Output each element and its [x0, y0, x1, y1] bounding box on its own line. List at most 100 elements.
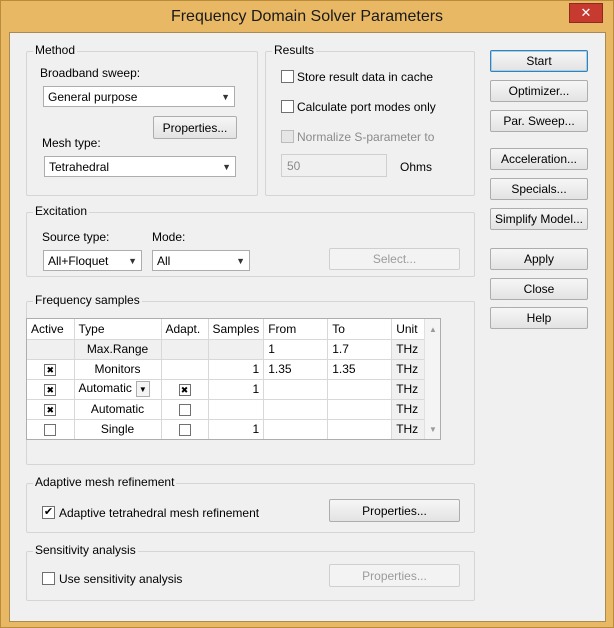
adaptive-mesh-title: Adaptive mesh refinement: [33, 475, 177, 489]
chevron-down-icon: ▼: [222, 161, 231, 172]
unit-cell: THz: [391, 339, 428, 360]
window-close-button[interactable]: ✕: [569, 3, 603, 23]
active-checkbox[interactable]: [44, 403, 57, 416]
results-group-title: Results: [272, 43, 317, 57]
simplify-model-button[interactable]: Simplify Model...: [490, 208, 588, 230]
apply-button[interactable]: Apply: [490, 248, 588, 270]
broadband-sweep-select[interactable]: General purpose ▼: [43, 86, 235, 107]
sensitivity-checkbox[interactable]: [42, 572, 55, 585]
optimizer-button[interactable]: Optimizer...: [490, 80, 588, 102]
active-checkbox[interactable]: [44, 383, 57, 396]
chevron-down-icon: ▼: [128, 255, 137, 266]
adaptive-properties-button[interactable]: Properties...: [329, 499, 460, 522]
active-cell: [27, 359, 75, 380]
frequency-samples-table: Active Type Adapt. Samples From To Unit …: [26, 318, 441, 440]
table-scrollbar[interactable]: ▲ ▼: [424, 319, 440, 439]
active-cell: [27, 419, 75, 439]
unit-cell: THz: [391, 419, 428, 439]
samples-cell[interactable]: 1: [208, 419, 265, 439]
from-cell[interactable]: [263, 399, 329, 420]
store-cache-checkbox[interactable]: [281, 70, 294, 83]
adapt-checkbox[interactable]: [178, 383, 191, 396]
samples-cell[interactable]: [208, 399, 265, 420]
sensitivity-label: Use sensitivity analysis: [59, 572, 183, 586]
close-button[interactable]: Close: [490, 278, 588, 300]
start-button[interactable]: Start: [490, 50, 588, 72]
unit-cell: THz: [391, 399, 428, 420]
ohms-unit-label: Ohms: [400, 160, 433, 174]
from-cell[interactable]: 1.35: [263, 359, 329, 380]
to-cell[interactable]: [327, 419, 393, 439]
port-modes-checkbox[interactable]: [281, 100, 294, 113]
type-value: Automatic: [78, 381, 132, 396]
specials-button[interactable]: Specials...: [490, 178, 588, 200]
method-properties-button[interactable]: Properties...: [153, 116, 237, 139]
chevron-down-icon[interactable]: ▼: [425, 421, 440, 437]
excitation-group-title: Excitation: [33, 204, 90, 218]
sensitivity-title: Sensitivity analysis: [33, 543, 138, 557]
to-cell[interactable]: [327, 399, 393, 420]
col-unit[interactable]: Unit: [391, 319, 428, 340]
frequency-table: Active Type Adapt. Samples From To Unit …: [27, 319, 428, 439]
unit-cell: THz: [391, 379, 428, 400]
mode-select[interactable]: All ▼: [152, 250, 250, 271]
dialog-title: Frequency Domain Solver Parameters: [170, 8, 444, 25]
normalize-checkbox[interactable]: [281, 130, 294, 143]
adapt-checkbox[interactable]: [178, 403, 191, 416]
col-adapt[interactable]: Adapt.: [161, 319, 209, 340]
solver-dialog: Frequency Domain Solver Parameters ✕ Met…: [0, 0, 614, 628]
adaptive-refinement-checkbox[interactable]: ✔: [42, 506, 55, 519]
table-row: Single 1 THz: [27, 419, 428, 439]
mesh-type-select[interactable]: Tetrahedral ▼: [44, 156, 236, 177]
par-sweep-button[interactable]: Par. Sweep...: [490, 110, 588, 132]
col-to[interactable]: To: [327, 319, 393, 340]
samples-cell[interactable]: 1: [208, 379, 265, 400]
chevron-up-icon[interactable]: ▲: [425, 321, 440, 337]
source-type-select[interactable]: All+Floquet ▼: [43, 250, 142, 271]
chevron-down-icon: ▼: [236, 255, 245, 266]
to-cell[interactable]: 1.7: [327, 339, 393, 360]
from-cell[interactable]: [263, 379, 329, 400]
table-row: Max.Range 1 1.7 THz: [27, 339, 428, 360]
select-button[interactable]: Select...: [329, 248, 460, 270]
broadband-sweep-label: Broadband sweep:: [40, 66, 141, 80]
to-cell[interactable]: 1.35: [327, 359, 393, 380]
store-cache-label: Store result data in cache: [297, 70, 434, 84]
frequency-samples-title: Frequency samples: [33, 293, 142, 307]
col-from[interactable]: From: [263, 319, 329, 340]
to-cell[interactable]: [327, 379, 393, 400]
help-button[interactable]: Help: [490, 307, 588, 329]
chevron-down-icon: ▼: [221, 91, 230, 102]
title-bar[interactable]: Frequency Domain Solver Parameters ✕: [1, 1, 613, 33]
unit-cell: THz: [391, 359, 428, 380]
adapt-cell: [161, 359, 209, 380]
adapt-cell: [161, 379, 209, 400]
chevron-down-icon[interactable]: ▼: [135, 381, 150, 397]
ohms-input[interactable]: 50: [281, 154, 387, 177]
col-samples[interactable]: Samples: [208, 319, 265, 340]
active-checkbox[interactable]: [44, 363, 57, 376]
adaptive-refinement-label: Adaptive tetrahedral mesh refinement: [59, 506, 260, 520]
table-header-row: Active Type Adapt. Samples From To Unit: [27, 319, 428, 340]
samples-cell[interactable]: 1: [208, 359, 265, 380]
col-type[interactable]: Type: [74, 319, 162, 340]
col-active[interactable]: Active: [27, 319, 75, 340]
port-modes-label: Calculate port modes only: [297, 100, 436, 114]
broadband-sweep-value: General purpose: [48, 89, 138, 104]
acceleration-button[interactable]: Acceleration...: [490, 148, 588, 170]
adapt-cell: [161, 399, 209, 420]
mode-value: All: [157, 253, 171, 268]
sensitivity-properties-button[interactable]: Properties...: [329, 564, 460, 587]
from-cell[interactable]: [263, 419, 329, 439]
type-cell[interactable]: Automatic: [74, 399, 162, 420]
active-checkbox[interactable]: [44, 423, 57, 436]
mode-label: Mode:: [152, 230, 186, 244]
table-row: Automatic THz: [27, 399, 428, 420]
type-cell[interactable]: Monitors: [74, 359, 162, 380]
type-cell[interactable]: Single: [74, 419, 162, 439]
mesh-type-label: Mesh type:: [42, 136, 101, 150]
type-cell[interactable]: Automatic ▼: [74, 379, 162, 400]
active-cell: [27, 399, 75, 420]
from-cell[interactable]: 1: [263, 339, 329, 360]
adapt-checkbox[interactable]: [178, 423, 191, 436]
